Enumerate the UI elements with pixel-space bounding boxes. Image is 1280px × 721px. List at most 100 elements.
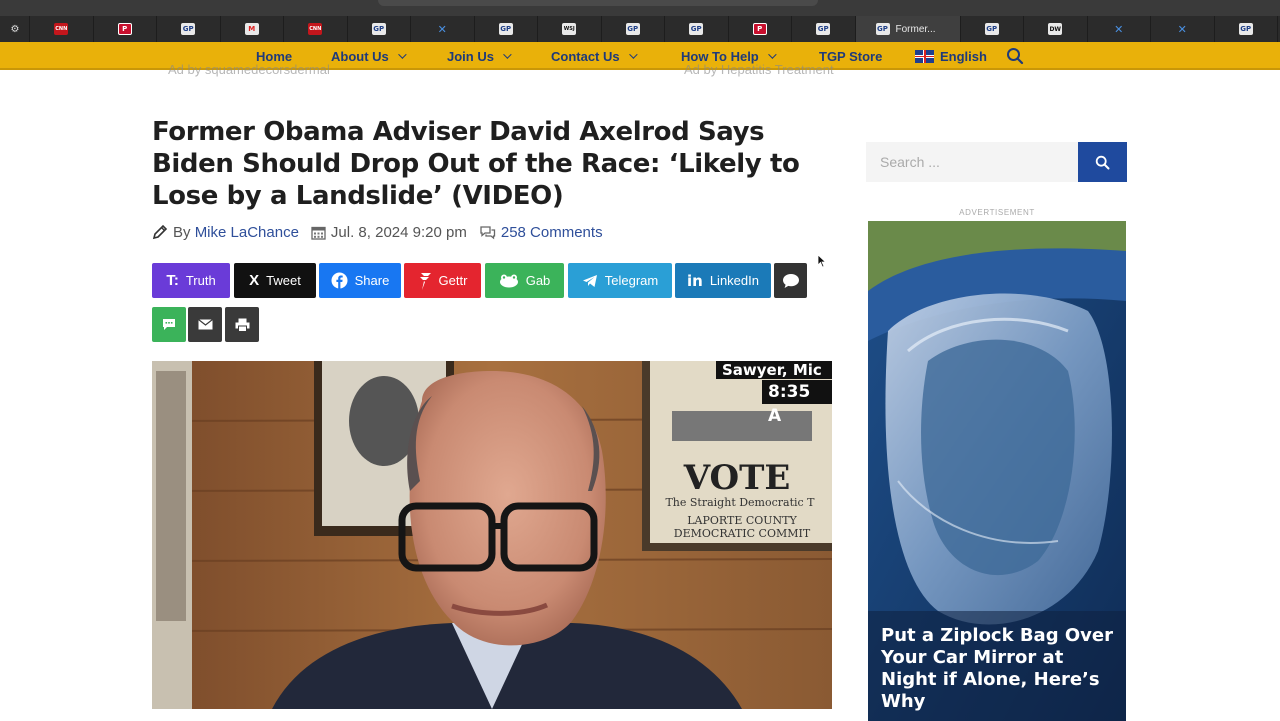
nav-about-us[interactable]: About Us — [331, 42, 407, 70]
search-icon — [1095, 155, 1110, 169]
browser-tab[interactable]: GP — [348, 16, 411, 42]
language-label: English — [940, 48, 987, 64]
article-video[interactable]: VOTE The Straight Democratic T LAPORTE C… — [152, 361, 832, 709]
browser-tab[interactable]: GP — [961, 16, 1024, 42]
browser-tab[interactable]: GP — [792, 16, 856, 42]
share-truth-label: Truth — [185, 273, 216, 288]
share-telegram-label: Telegram — [604, 273, 659, 288]
chevron-down-icon — [397, 50, 407, 59]
browser-tab[interactable]: GP — [1215, 16, 1278, 42]
p-icon: P — [117, 23, 132, 35]
article-meta: By Mike LaChance Jul. 8, 2024 9:20 pm 25… — [152, 222, 603, 242]
message-icon — [162, 318, 176, 331]
browser-tab[interactable]: CNN — [30, 16, 94, 42]
gp-icon: GP — [875, 23, 890, 35]
uk-flag-icon — [915, 49, 934, 63]
ad-headline[interactable]: Put a Ziplock Bag Over Your Car Mirror a… — [881, 625, 1117, 713]
dw-icon: DW — [1048, 23, 1063, 35]
poster-committee-text: DEMOCRATIC COMMIT — [674, 527, 811, 540]
cnn-icon: CNN — [54, 23, 69, 35]
mouse-cursor-icon — [817, 254, 827, 268]
comments-link[interactable]: 258 Comments — [501, 224, 603, 241]
browser-tab[interactable]: P — [94, 16, 157, 42]
x-logo-icon: X — [249, 272, 260, 289]
language-selector[interactable]: English — [915, 42, 987, 70]
share-facebook-button[interactable]: Share — [319, 263, 401, 298]
gab-frog-icon — [499, 274, 519, 288]
chevron-down-icon — [767, 50, 777, 59]
gp-icon: GP — [181, 23, 196, 35]
search-icon[interactable] — [1006, 47, 1024, 65]
browser-tab-title: Former... — [895, 23, 936, 35]
browser-tab[interactable]: CNN — [284, 16, 348, 42]
browser-tab[interactable]: DW — [1024, 16, 1088, 42]
envelope-icon — [197, 319, 213, 330]
share-gettr-label: Gettr — [438, 273, 468, 288]
browser-tab[interactable]: ✕ — [1151, 16, 1215, 42]
browser-tab[interactable]: GP Former... — [855, 16, 961, 42]
nav-contact-label: Contact Us — [551, 48, 620, 64]
browser-tab[interactable]: M — [221, 16, 284, 42]
browser-tab[interactable]: ✕ — [1088, 16, 1151, 42]
ad-attribution-left[interactable]: Ad by squamedecorsdermal — [168, 62, 330, 77]
gp-icon: GP — [689, 23, 704, 35]
nav-join-us[interactable]: Join Us — [447, 42, 512, 70]
share-linkedin-button[interactable]: in LinkedIn — [675, 263, 771, 298]
poster-vote-text: VOTE — [683, 458, 791, 498]
share-linkedin-label: LinkedIn — [709, 273, 759, 288]
share-tweet-label: Tweet — [266, 273, 301, 288]
poster-subtitle-text: The Straight Democratic T — [665, 496, 815, 509]
browser-tab[interactable]: GP — [157, 16, 221, 42]
address-bar[interactable] — [378, 0, 818, 6]
telegram-icon — [582, 274, 598, 288]
gp-icon: GP — [816, 23, 831, 35]
share-email-button[interactable] — [188, 307, 222, 342]
browser-tab[interactable]: WSJ — [538, 16, 602, 42]
gp-icon: GP — [498, 23, 513, 35]
video-time-overlay: 8:35 A — [762, 380, 832, 426]
print-button[interactable] — [225, 307, 259, 342]
chevron-down-icon — [503, 50, 512, 59]
wsj-icon: WSJ — [562, 23, 577, 35]
article-title: Former Obama Adviser David Axelrod Says … — [152, 117, 800, 211]
share-facebook-label: Share — [354, 273, 390, 288]
gp-icon: GP — [1238, 23, 1253, 35]
gp-icon: GP — [371, 23, 386, 35]
browser-tab[interactable]: P — [729, 16, 792, 42]
comments-icon — [479, 225, 496, 240]
chevron-down-icon — [628, 50, 638, 59]
sidebar-search-button[interactable] — [1078, 142, 1127, 182]
nav-contact-us[interactable]: Contact Us — [551, 42, 638, 70]
share-sms-button[interactable] — [774, 263, 807, 298]
share-gab-button[interactable]: Gab — [485, 263, 564, 298]
ad-attribution-right[interactable]: Ad by Hepatitis Treatment — [684, 62, 834, 77]
gp-icon: GP — [625, 23, 640, 35]
browser-tab[interactable]: GP — [602, 16, 665, 42]
share-telegram-button[interactable]: Telegram — [568, 263, 672, 298]
calendar-icon — [311, 225, 326, 240]
browser-tab[interactable]: GP — [475, 16, 538, 42]
video-location-overlay: Sawyer, Mic — [716, 361, 832, 379]
browser-tab-strip: ⚙ CNN P GP M CNN GP ✕ GP WSJ GP GP P GP GP Former... GP D… — [0, 16, 1280, 42]
speech-bubble-icon — [782, 273, 800, 289]
sidebar-advertisement[interactable]: Put a Ziplock Bag Over Your Car Mirror a… — [868, 221, 1126, 721]
author-link[interactable]: Mike LaChance — [195, 224, 299, 241]
sidebar-search-input[interactable] — [866, 142, 1078, 182]
gettr-icon — [418, 271, 432, 291]
truth-social-icon: T: — [166, 272, 179, 289]
settings-icon: ⚙ — [10, 23, 20, 35]
facebook-icon — [331, 272, 348, 289]
browser-tab[interactable]: ✕ — [411, 16, 475, 42]
share-truth-button[interactable]: T: Truth — [152, 263, 230, 298]
browser-tab[interactable]: ⚙ — [0, 16, 30, 42]
share-gettr-button[interactable]: Gettr — [404, 263, 481, 298]
x-icon: ✕ — [1114, 22, 1124, 36]
byline-label: By — [173, 223, 191, 241]
x-icon: ✕ — [1177, 22, 1187, 36]
poster-county-text: LAPORTE COUNTY — [687, 514, 797, 527]
share-message-button[interactable] — [152, 307, 186, 342]
browser-tab[interactable]: GP — [665, 16, 729, 42]
publish-date: Jul. 8, 2024 9:20 pm — [330, 223, 467, 241]
video-frame-image: VOTE The Straight Democratic T LAPORTE C… — [152, 361, 832, 709]
share-tweet-button[interactable]: X Tweet — [234, 263, 316, 298]
